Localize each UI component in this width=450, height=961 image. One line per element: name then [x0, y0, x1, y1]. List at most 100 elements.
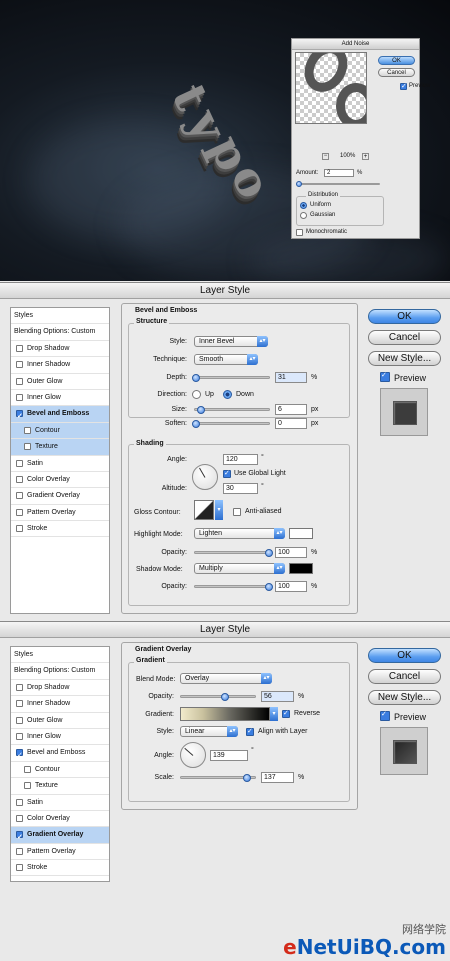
inner-glow-item[interactable]: Inner Glow	[11, 390, 109, 407]
highlight-opacity-field[interactable]: 100	[275, 547, 307, 558]
checkbox[interactable]	[16, 830, 23, 846]
texture-item[interactable]: Texture	[11, 778, 109, 795]
cancel-button[interactable]: Cancel	[368, 330, 441, 345]
zoom-out-button[interactable]: −	[322, 153, 329, 160]
direction-up-radio[interactable]	[192, 390, 201, 399]
monochromatic-checkbox[interactable]	[296, 229, 303, 236]
styles-header[interactable]: Styles	[11, 647, 109, 664]
cancel-button[interactable]: Cancel	[368, 669, 441, 684]
slider-thumb[interactable]	[221, 693, 229, 701]
ok-button[interactable]: OK	[378, 56, 415, 65]
pattern-overlay-item[interactable]: Pattern Overlay	[11, 505, 109, 522]
noise-preview-window[interactable]	[295, 52, 367, 124]
satin-item[interactable]: Satin	[11, 456, 109, 472]
slider-thumb[interactable]	[197, 406, 205, 414]
style-select[interactable]: Inner Bevel ▴▾	[194, 336, 268, 347]
preview-checkbox[interactable]	[380, 710, 390, 721]
outer-glow-item[interactable]: Outer Glow	[11, 713, 109, 729]
gloss-contour-swatch[interactable]	[194, 500, 214, 520]
checkbox[interactable]	[16, 459, 23, 467]
checkbox[interactable]	[16, 508, 23, 516]
stroke-item[interactable]: Stroke	[11, 860, 109, 877]
cancel-button[interactable]: Cancel	[378, 68, 415, 77]
blending-options-item[interactable]: Blending Options: Custom	[11, 663, 109, 680]
anti-aliased-checkbox[interactable]	[233, 508, 241, 516]
contour-item[interactable]: Contour	[11, 762, 109, 779]
global-light-checkbox[interactable]	[223, 469, 231, 478]
technique-select[interactable]: Smooth ▴▾	[194, 354, 258, 365]
color-overlay-item[interactable]: Color Overlay	[11, 811, 109, 828]
gaussian-radio[interactable]	[300, 212, 307, 219]
satin-item[interactable]: Satin	[11, 795, 109, 811]
highlight-mode-select[interactable]: Lighten ▴▾	[194, 528, 285, 539]
slider-thumb[interactable]	[192, 420, 200, 428]
checkbox[interactable]	[16, 361, 23, 369]
chevron-down-icon[interactable]: ▾	[215, 500, 223, 520]
uniform-radio[interactable]	[300, 202, 307, 209]
slider-thumb[interactable]	[265, 583, 273, 591]
checkbox[interactable]	[24, 782, 31, 790]
checkbox[interactable]	[16, 393, 23, 401]
shadow-opacity-slider[interactable]	[194, 583, 273, 591]
gradient-overlay-item[interactable]: Gradient Overlay	[11, 827, 109, 846]
checkbox[interactable]	[24, 765, 31, 773]
checkbox[interactable]	[16, 700, 23, 708]
inner-shadow-item[interactable]: Inner Shadow	[11, 696, 109, 713]
texture-item[interactable]: Texture	[11, 439, 109, 456]
slider-thumb[interactable]	[192, 374, 200, 382]
checkbox[interactable]	[16, 492, 23, 500]
shadow-color-swatch[interactable]	[289, 563, 313, 574]
shadow-opacity-field[interactable]: 100	[275, 581, 307, 592]
checkbox[interactable]	[16, 748, 23, 764]
size-slider[interactable]	[194, 406, 270, 414]
drop-shadow-item[interactable]: Drop Shadow	[11, 341, 109, 358]
checkbox[interactable]	[16, 814, 23, 822]
gradient-swatch[interactable]	[180, 707, 270, 721]
checkbox[interactable]	[16, 847, 23, 855]
blending-options-item[interactable]: Blending Options: Custom	[11, 324, 109, 341]
ok-button[interactable]: OK	[368, 309, 441, 324]
new-style-button[interactable]: New Style...	[368, 351, 441, 366]
scale-slider[interactable]	[180, 774, 256, 782]
reverse-checkbox[interactable]	[282, 709, 290, 718]
new-style-button[interactable]: New Style...	[368, 690, 441, 705]
styles-header[interactable]: Styles	[11, 308, 109, 325]
checkbox[interactable]	[24, 443, 31, 451]
style-select[interactable]: Linear ▴▾	[180, 726, 238, 737]
color-overlay-item[interactable]: Color Overlay	[11, 472, 109, 489]
slider-thumb[interactable]	[243, 774, 251, 782]
checkbox[interactable]	[16, 475, 23, 483]
bevel-emboss-item[interactable]: Bevel and Emboss	[11, 406, 109, 425]
angle-dial[interactable]	[192, 464, 218, 490]
checkbox[interactable]	[16, 377, 23, 385]
gradient-overlay-item[interactable]: Gradient Overlay	[11, 488, 109, 505]
zoom-in-button[interactable]: +	[362, 153, 369, 160]
highlight-opacity-slider[interactable]	[194, 549, 273, 557]
angle-field[interactable]: 139	[210, 750, 248, 761]
checkbox[interactable]	[16, 409, 23, 425]
chevron-down-icon[interactable]: ▾	[270, 707, 278, 721]
checkbox[interactable]	[16, 798, 23, 806]
pattern-overlay-item[interactable]: Pattern Overlay	[11, 844, 109, 861]
angle-dial[interactable]	[180, 742, 206, 768]
amount-slider[interactable]	[296, 181, 380, 187]
drop-shadow-item[interactable]: Drop Shadow	[11, 680, 109, 697]
preview-checkbox[interactable]	[380, 371, 390, 382]
checkbox[interactable]	[16, 732, 23, 740]
slider-thumb[interactable]	[265, 549, 273, 557]
ok-button[interactable]: OK	[368, 648, 441, 663]
blend-mode-select[interactable]: Overlay ▴▾	[180, 673, 272, 684]
checkbox[interactable]	[16, 716, 23, 724]
soften-slider[interactable]	[192, 420, 270, 428]
checkbox[interactable]	[16, 683, 23, 691]
preview-checkbox[interactable]	[400, 82, 407, 90]
direction-down-radio[interactable]	[223, 390, 232, 399]
inner-glow-item[interactable]: Inner Glow	[11, 729, 109, 746]
checkbox[interactable]	[16, 525, 23, 533]
highlight-color-swatch[interactable]	[289, 528, 313, 539]
slider-thumb[interactable]	[296, 181, 302, 187]
opacity-slider[interactable]	[180, 693, 256, 701]
depth-field[interactable]: 31	[275, 372, 307, 383]
outer-glow-item[interactable]: Outer Glow	[11, 374, 109, 390]
angle-field[interactable]: 120	[223, 454, 258, 465]
